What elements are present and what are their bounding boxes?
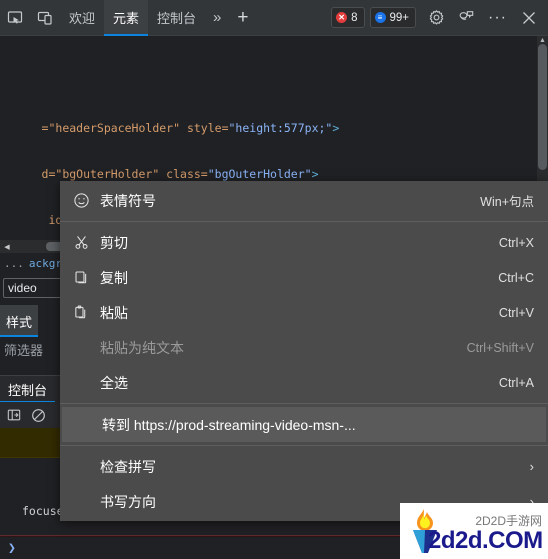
dom-tree-horizontal-scrollbar[interactable]: ◀ — [0, 240, 68, 253]
prompt-chevron-icon: ❯ — [8, 540, 16, 556]
context-menu-label: 检查拼写 — [100, 458, 156, 475]
tab-elements[interactable]: 元素 — [104, 0, 149, 36]
drawer-tab-console[interactable]: 控制台 — [0, 376, 56, 403]
context-menu-label: 剪切 — [100, 234, 128, 251]
message-circle-icon: ≡ — [374, 12, 386, 23]
gear-icon[interactable] — [421, 3, 451, 33]
error-count-badge[interactable]: ✕ 8 — [331, 7, 365, 28]
context-menu-separator — [60, 221, 548, 222]
context-menu-label: 复制 — [100, 269, 128, 286]
context-menu-item-cut[interactable]: 剪切 Ctrl+X — [60, 225, 548, 260]
context-menu-label: 表情符号 — [100, 192, 156, 209]
inspect-element-icon[interactable] — [0, 3, 30, 33]
scissors-icon — [68, 234, 94, 251]
devtools-window: 欢迎 元素 控制台 » + ✕ 8 ≡ 99+ ··· ="headerSpac… — [0, 0, 548, 559]
watermark-text: 2d2d.COM — [428, 527, 543, 554]
add-panel-plus-icon[interactable]: + — [229, 7, 256, 29]
breadcrumb-node[interactable]: ackgr — [29, 257, 62, 270]
more-tabs-chevron-icon[interactable]: » — [205, 9, 229, 26]
dom-line[interactable]: d="bgOuterHolder" class="bgOuterHolder"> — [0, 152, 548, 181]
context-menu-shortcut: Win+句点 — [480, 195, 534, 209]
emoji-icon — [68, 192, 94, 209]
context-menu-label: 转到 https://prod-streaming-video-msn-... — [102, 416, 356, 433]
context-menu-shortcut: Ctrl+Shift+V — [466, 340, 534, 355]
message-count-label: 99+ — [389, 11, 410, 24]
message-count-badge[interactable]: ≡ 99+ — [369, 7, 417, 28]
context-menu-label: 粘贴 — [100, 304, 128, 321]
breadcrumb-ellipsis[interactable]: ... — [4, 257, 24, 270]
close-icon[interactable] — [514, 3, 544, 33]
watermark-overlay: 2D2D手游网 2d2d.COM — [400, 503, 548, 559]
context-menu-shortcut: Ctrl+A — [498, 375, 534, 390]
context-menu-shortcut: Ctrl+C — [498, 270, 534, 285]
dom-search-row: video — [0, 275, 68, 301]
context-menu-shortcut: Ctrl+V — [498, 305, 534, 320]
more-options-icon[interactable]: ··· — [481, 9, 514, 27]
tab-console[interactable]: 控制台 — [148, 0, 205, 36]
breadcrumb[interactable]: ... ackgr — [0, 253, 68, 273]
copy-icon — [68, 269, 94, 286]
device-toolbar-icon[interactable] — [30, 3, 60, 33]
dom-line[interactable]: class="location-marker" style=" — [0, 67, 548, 75]
styles-pane-tabs: 样式 — [0, 305, 68, 337]
context-menu: 表情符号 Win+句点 剪切 Ctrl+X 复制 Ctrl+C 粘贴 Ctrl+… — [60, 181, 548, 521]
tab-welcome[interactable]: 欢迎 — [60, 0, 104, 36]
scroll-left-arrow-icon[interactable]: ◀ — [1, 240, 13, 253]
feedback-icon[interactable] — [451, 3, 481, 33]
styles-filter-label[interactable]: 筛选器 — [4, 340, 43, 359]
context-menu-item-paste-as-plain-text: 粘贴为纯文本 Ctrl+Shift+V — [60, 330, 548, 365]
context-menu-shortcut: Ctrl+X — [498, 235, 534, 250]
clear-console-icon[interactable] — [28, 405, 48, 425]
paste-icon — [68, 304, 94, 321]
context-menu-item-emoji[interactable]: 表情符号 Win+句点 — [60, 183, 548, 218]
context-menu-separator — [60, 403, 548, 404]
submenu-chevron-icon: › — [529, 459, 534, 474]
context-menu-separator — [60, 445, 548, 446]
dom-search-input[interactable]: video — [3, 278, 65, 298]
context-menu-item-paste[interactable]: 粘贴 Ctrl+V — [60, 295, 548, 330]
context-menu-item-copy[interactable]: 复制 Ctrl+C — [60, 260, 548, 295]
error-count-label: 8 — [351, 11, 358, 24]
context-menu-label: 粘贴为纯文本 — [100, 339, 184, 356]
devtools-toolbar: 欢迎 元素 控制台 » + ✕ 8 ≡ 99+ ··· — [0, 0, 548, 36]
context-menu-label: 全选 — [100, 374, 128, 391]
scrollbar-thumb[interactable] — [538, 44, 547, 170]
error-circle-icon: ✕ — [336, 12, 348, 23]
context-menu-item-select-all[interactable]: 全选 Ctrl+A — [60, 365, 548, 400]
context-menu-item-go-to-url[interactable]: 转到 https://prod-streaming-video-msn-... — [62, 407, 546, 442]
console-sidebar-icon[interactable] — [4, 405, 24, 425]
dom-line[interactable]: ="headerSpaceHolder" style="height:577px… — [0, 106, 548, 135]
context-menu-item-spellcheck[interactable]: 检查拼写 › — [60, 449, 548, 484]
tab-styles[interactable]: 样式 — [0, 305, 39, 337]
